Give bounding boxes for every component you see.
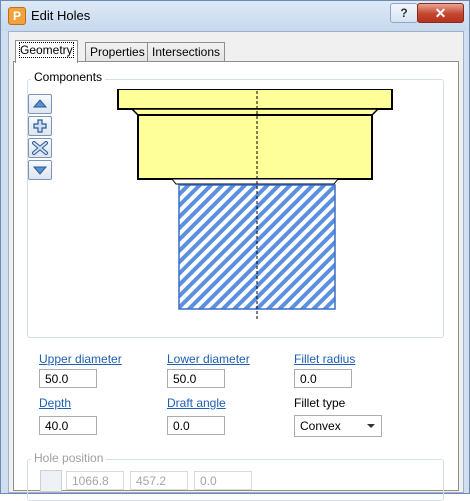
move-up-button[interactable] xyxy=(28,94,52,114)
middle-component[interactable] xyxy=(137,114,373,180)
app-logo-icon: P xyxy=(8,7,26,25)
fillet-radius-field[interactable]: 0.0 xyxy=(294,369,352,388)
tab-properties[interactable]: Properties xyxy=(85,42,150,62)
hole-diagram xyxy=(117,89,393,319)
move-down-button[interactable] xyxy=(28,160,52,180)
geometry-panel: Components Upper diameter 50.0 Lower dia… xyxy=(13,61,459,501)
dialog-content: Geometry Properties Intersections Compon… xyxy=(8,31,464,501)
hole-position-x-field: 1066.8 xyxy=(66,471,124,490)
edit-holes-dialog: P Edit Holes ? ✕ Geometry Properties Int… xyxy=(0,0,470,501)
position-picker-icon xyxy=(40,470,62,492)
add-icon xyxy=(33,119,47,133)
fillet-radius-label[interactable]: Fillet radius xyxy=(294,352,355,366)
hole-position-label: Hole position xyxy=(31,451,107,465)
lower-chamfer xyxy=(170,178,340,185)
upper-component[interactable] xyxy=(117,89,393,110)
tab-intersections[interactable]: Intersections xyxy=(147,42,226,62)
window-title: Edit Holes xyxy=(31,8,91,23)
fillet-type-label: Fillet type xyxy=(294,396,346,410)
depth-label[interactable]: Depth xyxy=(39,396,71,410)
lower-diameter-field[interactable]: 50.0 xyxy=(167,369,225,388)
upper-diameter-label[interactable]: Upper diameter xyxy=(39,352,122,366)
chevron-down-icon xyxy=(367,424,375,428)
tab-label: Geometry xyxy=(19,42,74,58)
fillet-type-value: Convex xyxy=(300,419,341,433)
lower-diameter-label[interactable]: Lower diameter xyxy=(167,352,250,366)
draft-angle-field[interactable]: 0.0 xyxy=(167,416,225,435)
hole-position-y-field: 457.2 xyxy=(130,471,188,490)
delete-icon xyxy=(32,141,48,155)
close-button[interactable]: ✕ xyxy=(417,3,464,23)
depth-field[interactable]: 40.0 xyxy=(39,416,97,435)
title-bar[interactable]: P Edit Holes ? ✕ xyxy=(1,1,469,31)
move-down-icon xyxy=(32,166,48,175)
draft-angle-label[interactable]: Draft angle xyxy=(167,396,226,410)
components-group-label: Components xyxy=(31,70,106,84)
add-component-button[interactable] xyxy=(28,116,52,136)
fillet-type-select[interactable]: Convex xyxy=(294,415,382,437)
upper-diameter-field[interactable]: 50.0 xyxy=(39,369,97,388)
delete-component-button[interactable] xyxy=(28,138,52,158)
hole-position-z-field: 0.0 xyxy=(194,471,252,490)
move-up-icon xyxy=(32,99,48,108)
tab-geometry[interactable]: Geometry xyxy=(15,40,78,63)
help-button[interactable]: ? xyxy=(390,3,418,23)
